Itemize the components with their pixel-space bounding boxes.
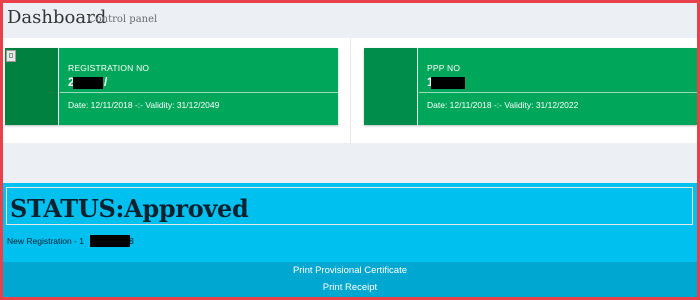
box-divider <box>60 92 338 93</box>
registration-label: REGISTRATION NO <box>68 63 150 73</box>
broken-image-icon <box>6 50 16 62</box>
redaction-bar <box>90 235 130 247</box>
content-header: Dashboard Control panel <box>3 3 697 38</box>
spacer-band <box>3 143 697 183</box>
box-divider <box>419 92 697 93</box>
ppp-value: 1 <box>427 75 507 91</box>
redaction-bar <box>431 77 465 89</box>
registration-date: Date: 12/11/2018 -:- Validity: 31/12/204… <box>68 100 220 110</box>
new-registration-line: New Registration - 1 8 <box>7 235 207 248</box>
new-registration-text: New Registration - 1 <box>7 236 85 246</box>
redaction-bar <box>73 77 103 89</box>
status-box: STATUS:Approved <box>6 187 693 225</box>
ppp-date: Date: 12/11/2018 -:- Validity: 31/12/202… <box>427 100 579 110</box>
column-divider <box>350 38 351 143</box>
status-panel: STATUS:Approved New Registration - 1 8 <box>3 183 697 262</box>
print-receipt-link[interactable]: Print Receipt <box>3 282 697 293</box>
info-box-row: REGISTRATION NO 2 / Date: 12/11/2018 -:-… <box>3 38 697 143</box>
ppp-icon-area <box>364 48 418 125</box>
registration-icon-area <box>5 48 59 125</box>
ppp-label: PPP NO <box>427 63 461 73</box>
registration-value-tail: / <box>104 75 108 89</box>
status-footer: Print Provisional Certificate Print Rece… <box>3 262 697 297</box>
status-heading: STATUS:Approved <box>10 194 249 223</box>
registration-info-box: REGISTRATION NO 2 / Date: 12/11/2018 -:-… <box>5 48 338 125</box>
ppp-info-box: PPP NO 1 Date: 12/11/2018 -:- Validity: … <box>364 48 697 125</box>
page-subtitle: Control panel <box>88 14 158 25</box>
registration-value: 2 / <box>68 75 148 91</box>
print-provisional-certificate-link[interactable]: Print Provisional Certificate <box>3 265 697 276</box>
